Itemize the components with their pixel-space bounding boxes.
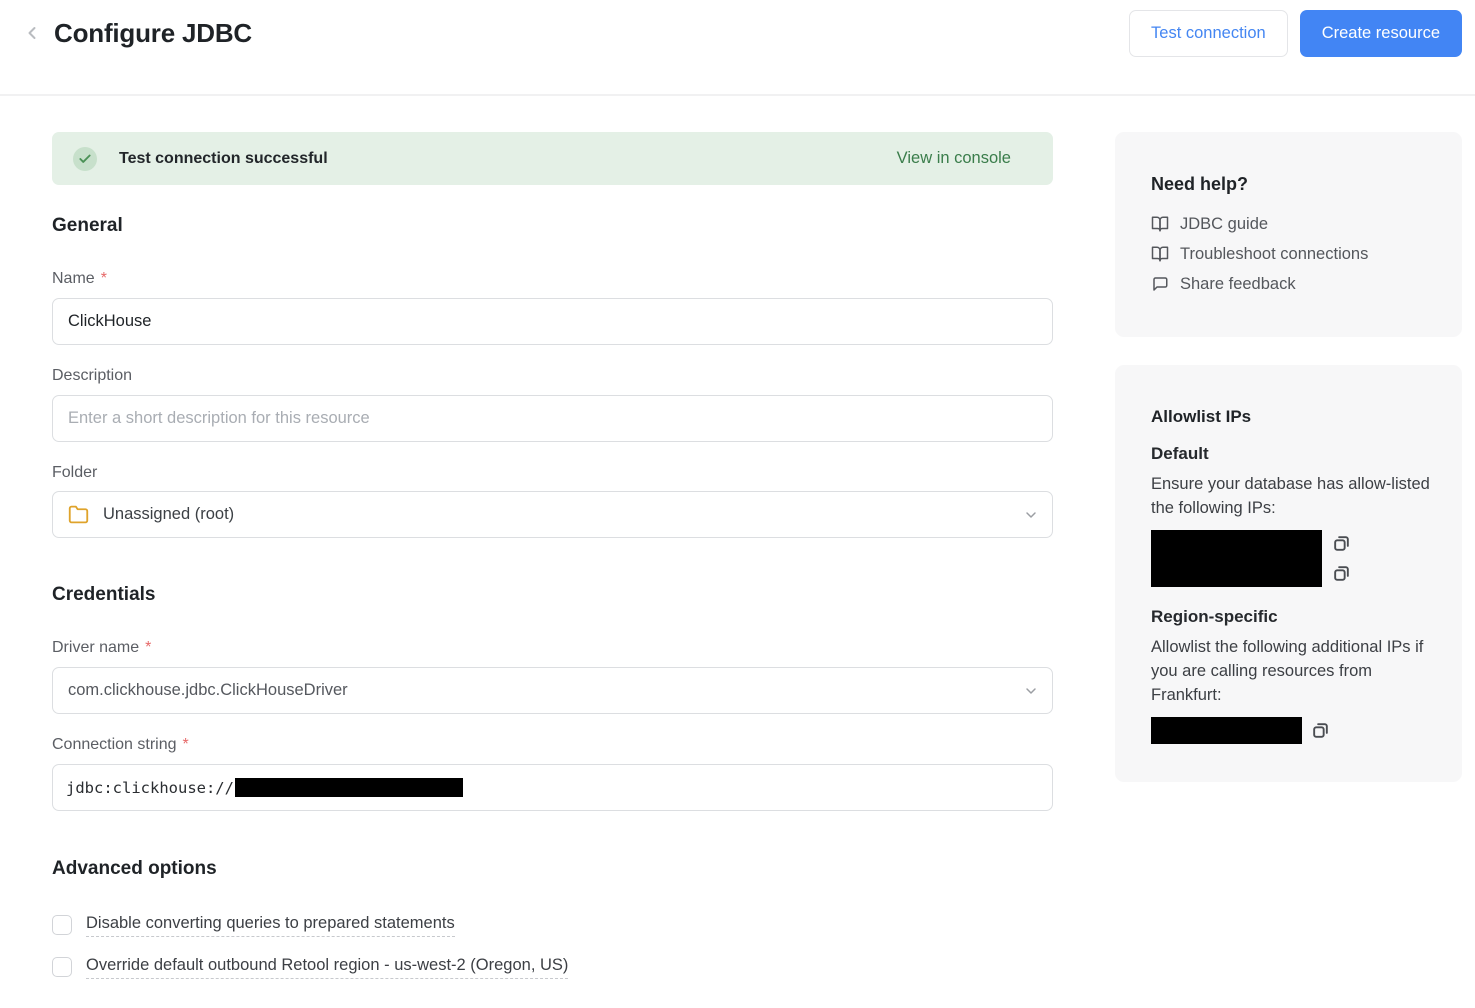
back-chevron-icon[interactable]	[20, 21, 44, 45]
page-header: Configure JDBC Test connection Create re…	[0, 0, 1475, 66]
folder-value: Unassigned (root)	[103, 505, 234, 524]
credentials-heading: Credentials	[52, 584, 1053, 606]
override-region-checkbox[interactable]	[52, 957, 72, 977]
book-icon	[1151, 245, 1169, 263]
prepared-statements-label: Disable converting queries to prepared s…	[86, 914, 455, 937]
connection-string-prefix: jdbc:clickhouse://	[66, 779, 234, 797]
chevron-down-icon	[1023, 683, 1039, 699]
allowlist-ips-panel: Allowlist IPs Default Ensure your databa…	[1115, 365, 1462, 782]
redacted-default-ips	[1151, 530, 1322, 587]
check-icon	[73, 147, 97, 171]
chevron-down-icon	[1023, 507, 1039, 523]
region-ip-row	[1151, 717, 1426, 744]
need-help-panel: Need help? JDBC guide Troubleshoot conne…	[1115, 132, 1462, 337]
required-asterisk: *	[183, 736, 189, 754]
name-input[interactable]	[52, 298, 1053, 345]
book-icon	[1151, 215, 1169, 233]
option-row-override-region: Override default outbound Retool region …	[52, 952, 1053, 982]
driver-name-label: Driver name*	[52, 639, 1053, 657]
required-asterisk: *	[145, 639, 151, 657]
create-resource-button[interactable]: Create resource	[1300, 10, 1462, 57]
jdbc-guide-link[interactable]: JDBC guide	[1151, 209, 1426, 239]
override-region-label: Override default outbound Retool region …	[86, 956, 568, 979]
folder-select[interactable]: Unassigned (root)	[52, 491, 1053, 538]
redacted-region-ips	[1151, 717, 1302, 744]
connection-string-input[interactable]: jdbc:clickhouse://	[52, 764, 1053, 811]
name-label: Name*	[52, 270, 1053, 288]
advanced-options-heading: Advanced options	[52, 858, 1053, 880]
copy-icon[interactable]	[1311, 721, 1330, 740]
test-connection-button[interactable]: Test connection	[1129, 10, 1288, 57]
allowlist-heading: Allowlist IPs	[1151, 407, 1426, 427]
driver-name-value: com.clickhouse.jdbc.ClickHouseDriver	[68, 681, 348, 700]
description-label: Description	[52, 367, 1053, 385]
copy-icon[interactable]	[1332, 564, 1351, 583]
description-input[interactable]	[52, 395, 1053, 442]
troubleshoot-connections-link[interactable]: Troubleshoot connections	[1151, 239, 1426, 269]
folder-icon	[68, 504, 89, 525]
page-title: Configure JDBC	[54, 18, 252, 49]
driver-name-select[interactable]: com.clickhouse.jdbc.ClickHouseDriver	[52, 667, 1053, 714]
connection-string-label: Connection string*	[52, 736, 1053, 754]
prepared-statements-checkbox[interactable]	[52, 915, 72, 935]
redacted-connection-host	[235, 778, 463, 797]
required-asterisk: *	[101, 270, 107, 288]
default-instructions: Ensure your database has allow-listed th…	[1151, 473, 1433, 521]
option-row-prepared-statements: Disable converting queries to prepared s…	[52, 910, 1053, 940]
need-help-heading: Need help?	[1151, 174, 1426, 195]
share-feedback-link[interactable]: Share feedback	[1151, 269, 1426, 299]
default-ip-row	[1151, 530, 1426, 587]
success-banner: Test connection successful View in conso…	[52, 132, 1053, 185]
general-heading: General	[52, 215, 1053, 237]
region-instructions: Allowlist the following additional IPs i…	[1151, 636, 1433, 708]
view-in-console-link[interactable]: View in console	[897, 149, 1011, 168]
copy-icon[interactable]	[1332, 534, 1351, 553]
folder-label: Folder	[52, 464, 1053, 482]
region-specific-subheading: Region-specific	[1151, 607, 1426, 627]
chat-icon	[1151, 275, 1169, 293]
banner-message: Test connection successful	[119, 150, 328, 168]
default-subheading: Default	[1151, 444, 1426, 464]
